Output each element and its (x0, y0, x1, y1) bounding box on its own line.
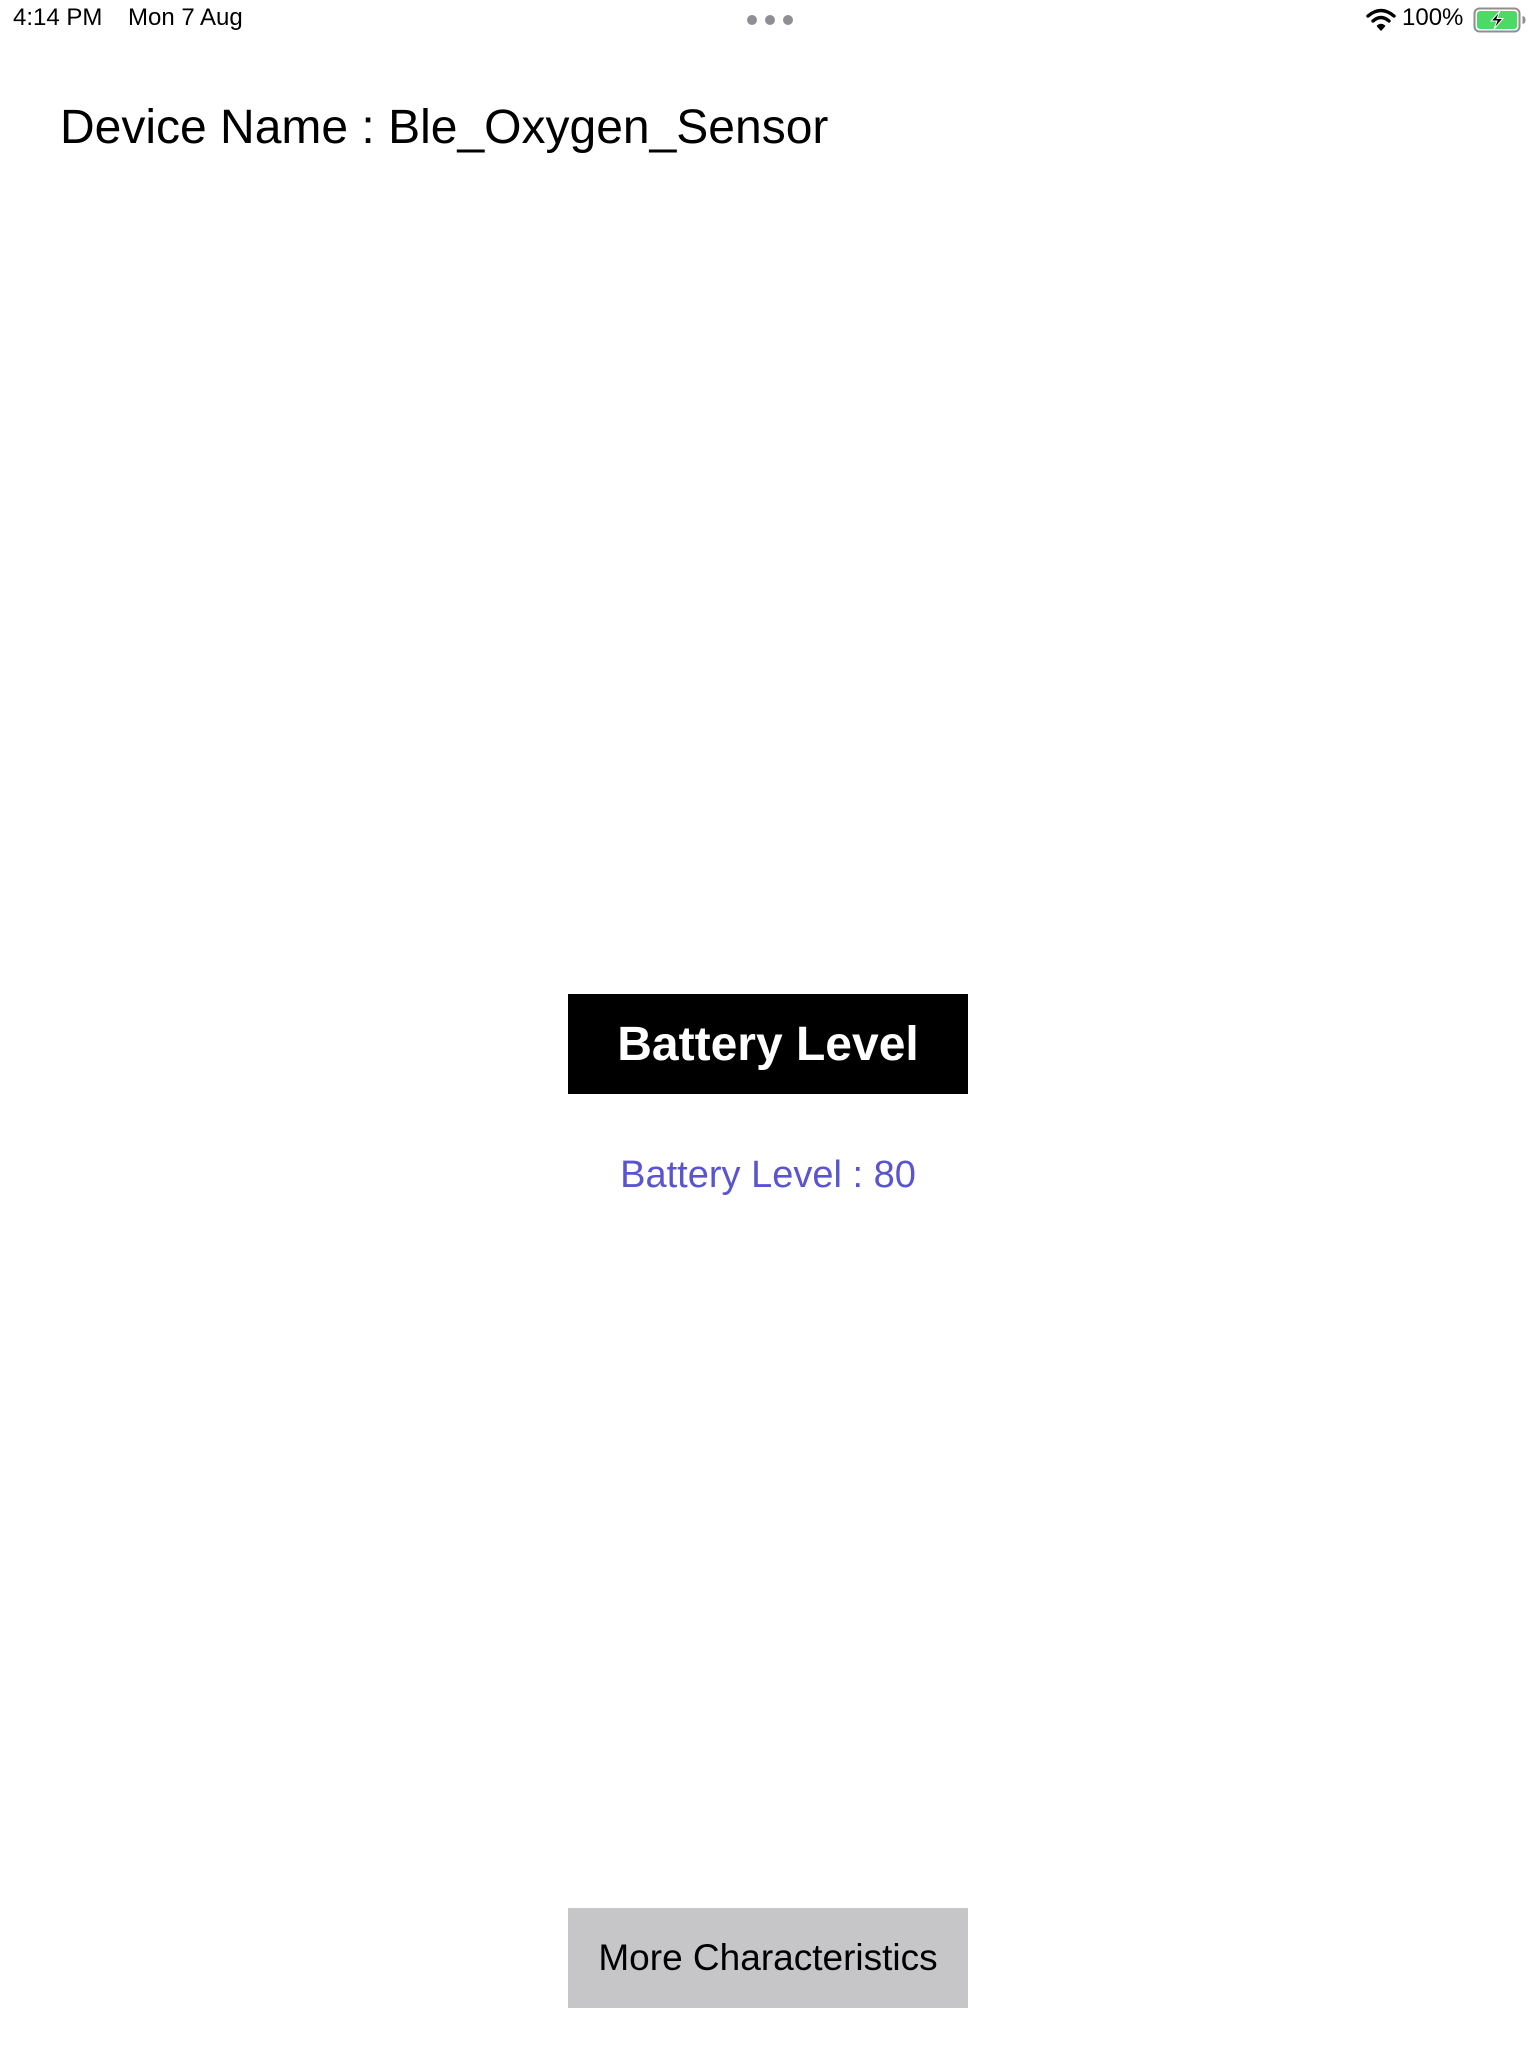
battery-charging-icon (1473, 7, 1526, 33)
more-characteristics-button[interactable]: More Characteristics (568, 1908, 968, 2008)
battery-level-button[interactable]: Battery Level (568, 994, 968, 1094)
battery-percent: 100% (1402, 4, 1464, 31)
status-date: Mon 7 Aug (128, 4, 243, 31)
battery-level-button-label: Battery Level (617, 1017, 919, 1071)
wifi-icon (1366, 8, 1396, 31)
more-characteristics-button-label: More Characteristics (598, 1937, 938, 1978)
device-name-title: Device Name : Ble_Oxygen_Sensor (60, 101, 829, 154)
status-time: 4:14 PM (13, 4, 103, 31)
multitask-dots-icon[interactable] (747, 15, 793, 25)
status-bar: 4:14 PM Mon 7 Aug 100% (0, 0, 1536, 40)
battery-level-readout: Battery Level : 80 (620, 1154, 916, 1196)
